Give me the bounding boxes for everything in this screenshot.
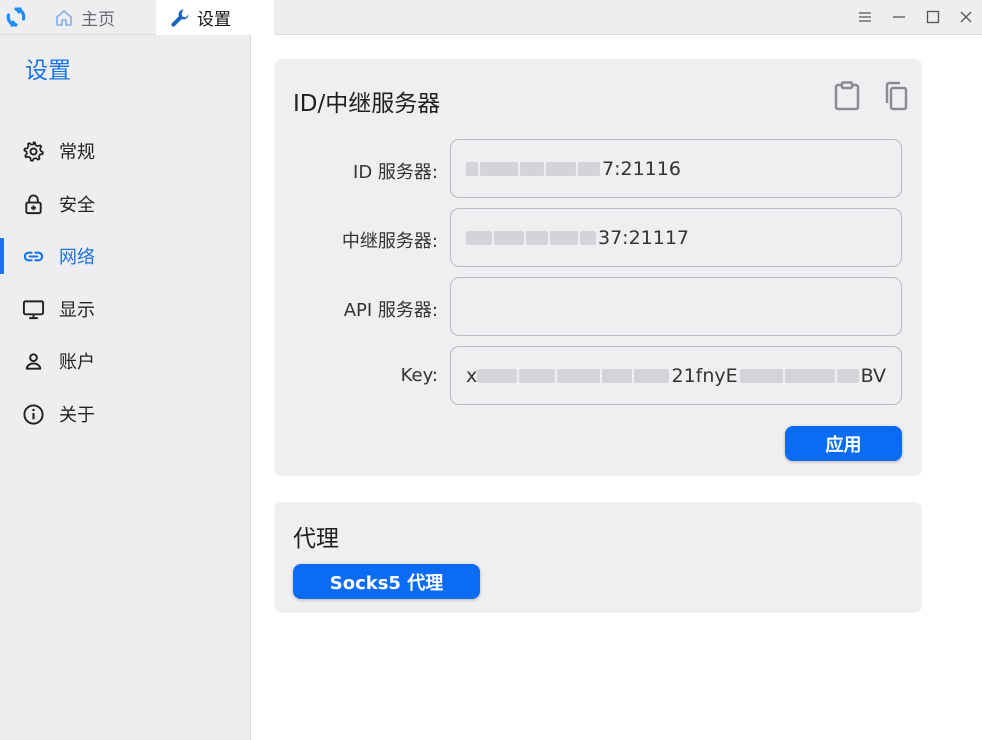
wrench-icon [169,7,191,29]
relay-server-input[interactable]: 37:21117 [450,208,902,267]
redacted-text [546,161,576,176]
monitor-icon [22,300,45,320]
sidebar-item-security[interactable]: 安全 [0,184,250,224]
api-server-label: API 服务器: [343,300,438,321]
key-value-suffix: BV [860,364,887,387]
server-settings-card: ID/中继服务器 ID 服务器: 7:21116 中继服务器: 37:21117… [275,59,921,474]
id-server-label: ID 服务器: [353,162,438,183]
sidebar-title: 设置 [25,58,71,84]
relay-server-label: 中继服务器: [341,231,438,252]
sidebar-item-label: 账户 [59,352,95,373]
copy-icon[interactable] [882,81,908,111]
title-bar: 主页 设置 [0,0,982,35]
paste-icon[interactable] [834,81,860,111]
api-server-input[interactable] [450,277,902,336]
sidebar-item-label: 常规 [59,142,95,163]
sidebar: 设置 常规 安全 网络 显示 账户 关于 [0,35,251,740]
key-value-prefix: x [466,364,478,387]
relay-server-value: 37:21117 [598,226,690,249]
id-server-value: 7:21116 [602,157,681,180]
apply-button[interactable]: 应用 [785,426,902,461]
close-icon [960,11,972,23]
proxy-settings-card: 代理 Socks5 代理 [275,502,921,611]
minimize-icon [893,16,905,18]
menu-button[interactable] [856,8,874,26]
redacted-text [526,230,548,245]
key-label: Key: [400,365,438,386]
link-icon [23,251,44,262]
tab-settings-label: 设置 [197,10,231,30]
server-card-title: ID/中继服务器 [293,91,441,117]
info-icon [23,404,44,425]
redacted-text [578,161,600,176]
id-server-input[interactable]: 7:21116 [450,139,902,198]
redacted-text [494,230,524,245]
maximize-button[interactable] [924,8,942,26]
sidebar-item-display[interactable]: 显示 [0,289,250,329]
user-icon [25,353,42,370]
sidebar-item-network[interactable]: 网络 [0,236,250,276]
redacted-text [480,161,518,176]
redacted-text [466,230,492,245]
maximize-icon [926,10,940,24]
minimize-button[interactable] [890,8,908,26]
gear-icon [23,141,44,162]
key-input[interactable]: x 21fnyE BV [450,346,902,405]
redacted-text [602,368,632,383]
redacted-text [836,368,859,383]
redacted-text [633,368,670,383]
redacted-text [739,368,784,383]
key-value-middle: 21fnyE [671,364,738,387]
socks5-proxy-button[interactable]: Socks5 代理 [293,564,480,599]
proxy-card-title: 代理 [293,526,339,552]
redacted-text [520,161,544,176]
redacted-text [556,368,601,383]
redacted-text [785,368,835,383]
menu-icon [859,12,871,22]
sidebar-item-label: 安全 [59,195,95,216]
sidebar-item-label: 网络 [59,247,95,268]
app-logo-icon [6,7,26,27]
redacted-text [477,368,517,383]
lock-icon [25,194,42,215]
sidebar-item-label: 关于 [59,405,95,426]
redacted-text [550,230,578,245]
sidebar-item-about[interactable]: 关于 [0,394,250,434]
home-icon [53,7,75,29]
tab-home-label: 主页 [81,10,115,30]
redacted-text [466,161,478,176]
tab-settings[interactable]: 设置 [156,0,274,35]
tab-home[interactable]: 主页 [46,0,156,35]
sidebar-item-account[interactable]: 账户 [0,341,250,381]
sidebar-item-general[interactable]: 常规 [0,131,250,171]
redacted-text [580,230,596,245]
sidebar-item-label: 显示 [59,300,95,321]
close-button[interactable] [957,8,975,26]
redacted-text [518,368,555,383]
